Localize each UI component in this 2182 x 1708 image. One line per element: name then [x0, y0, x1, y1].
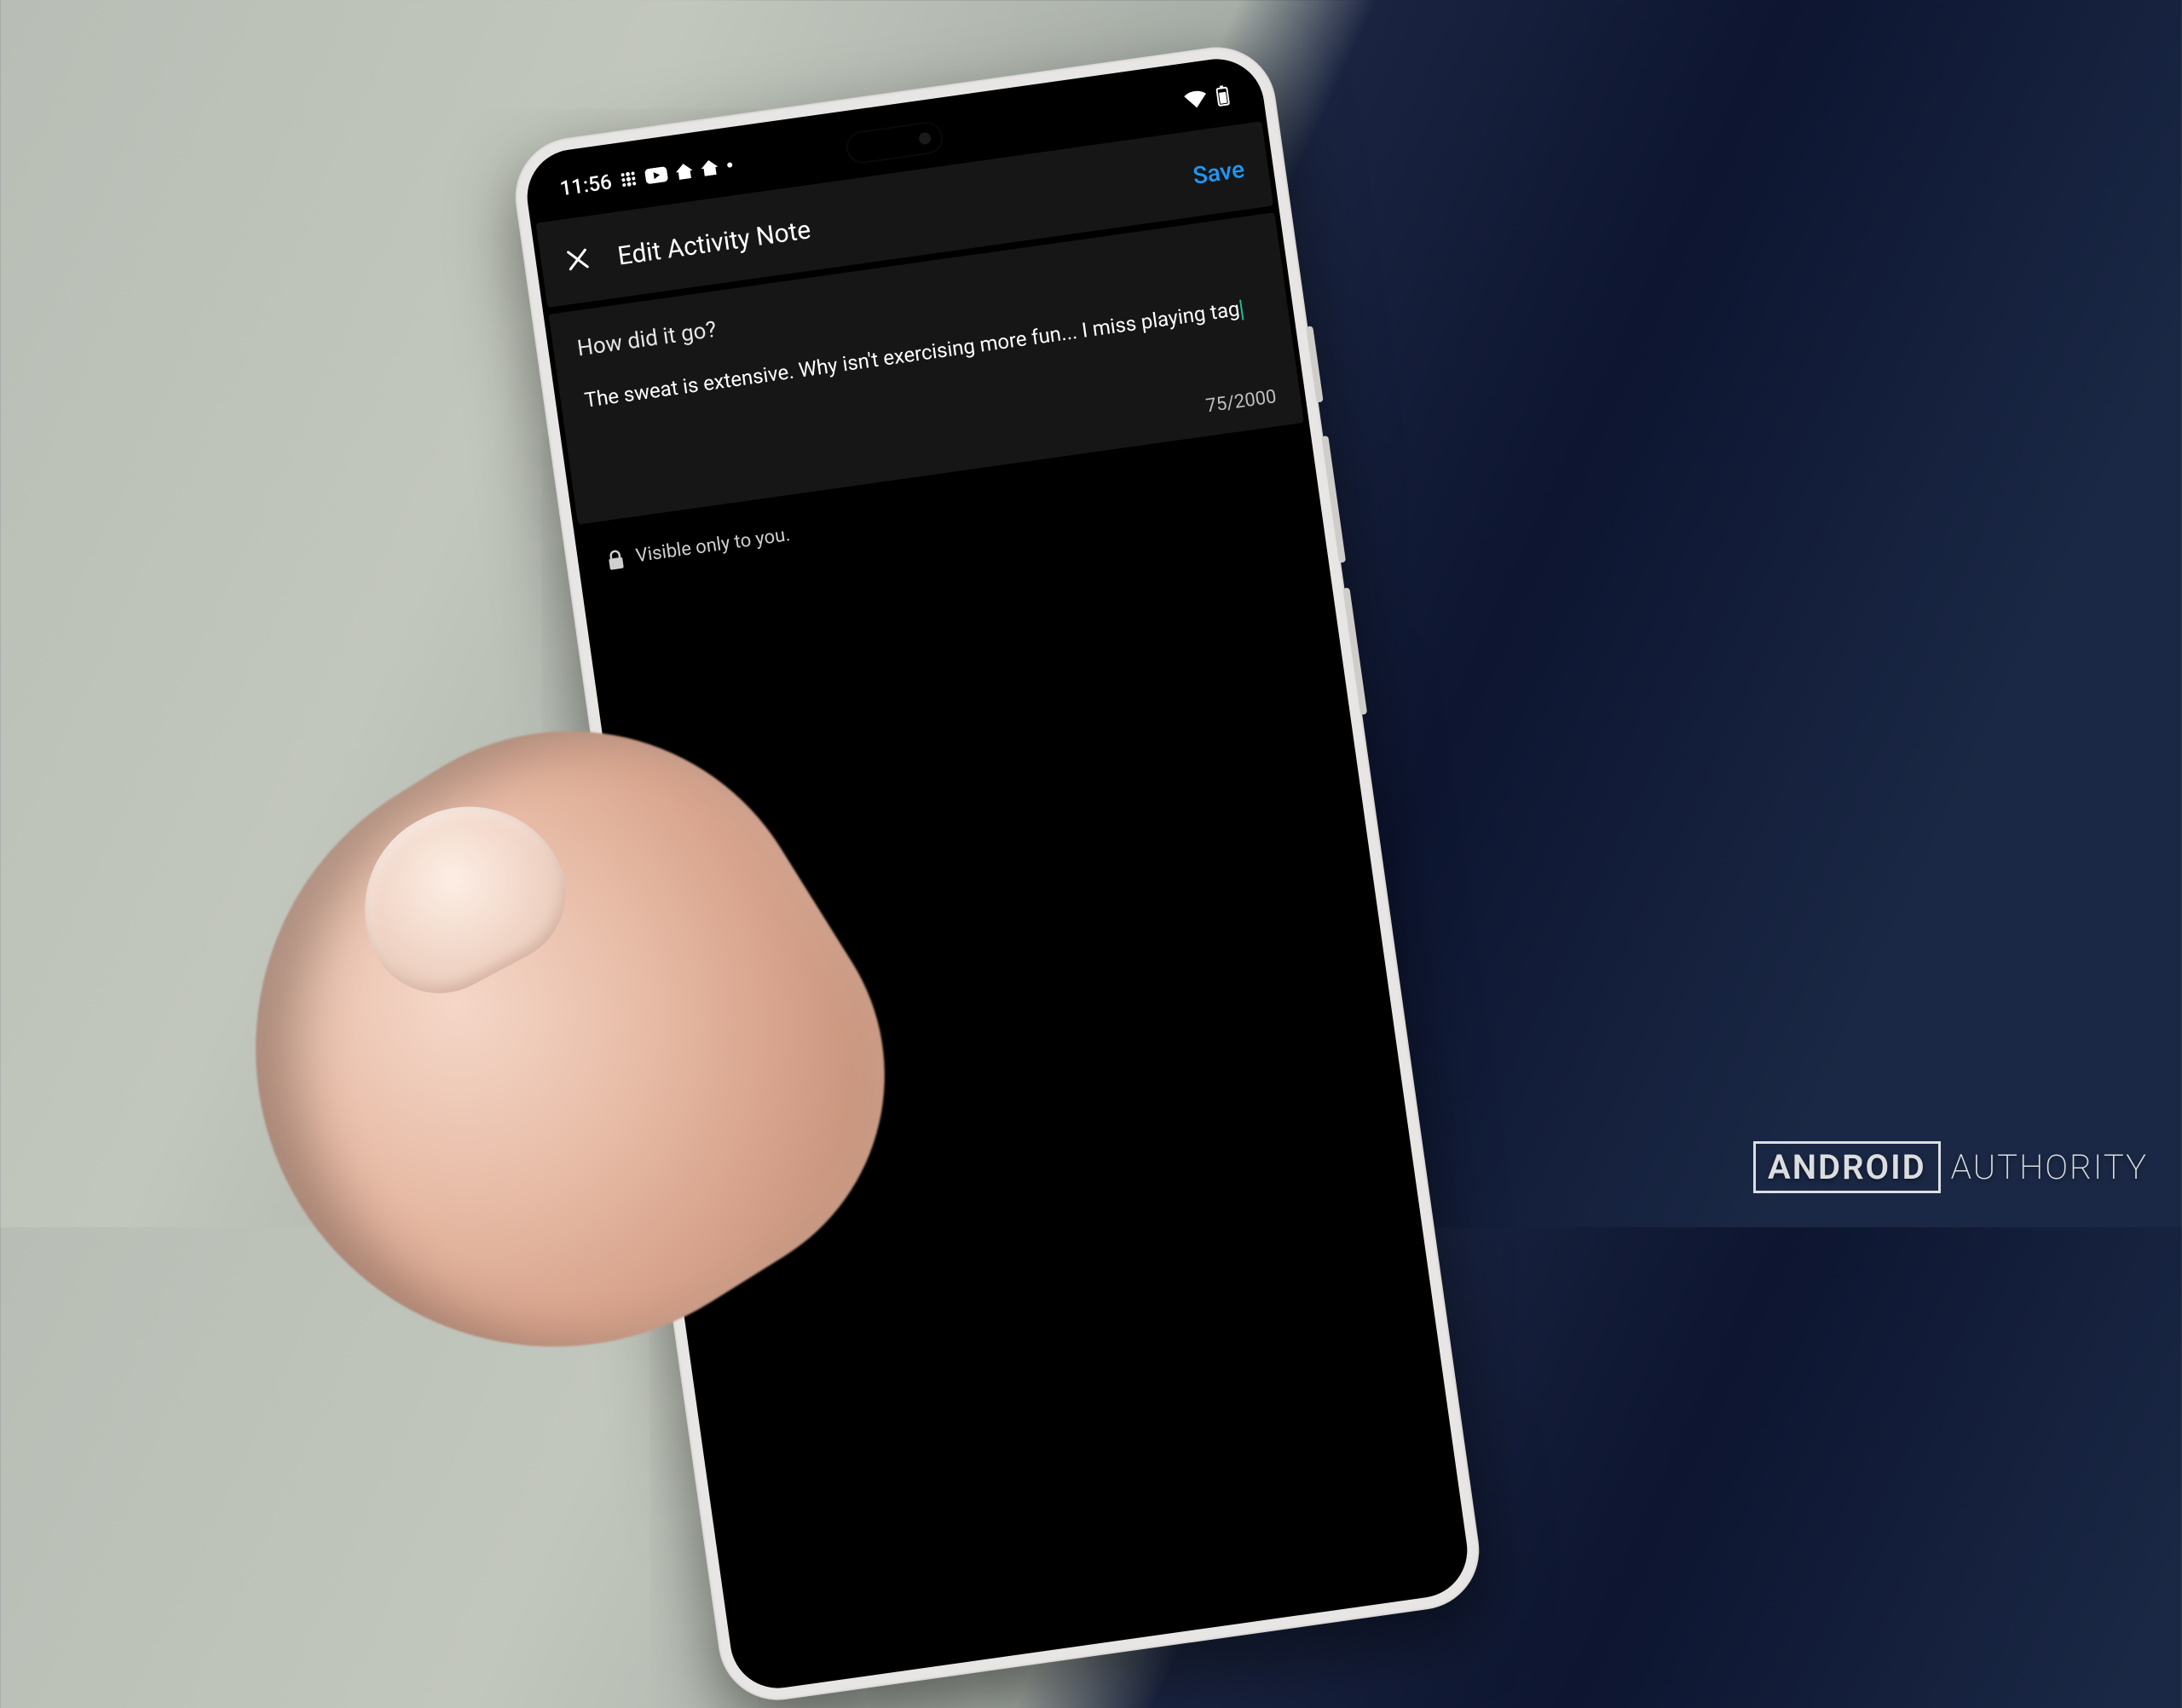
- wifi-icon: [1184, 89, 1209, 109]
- home-icon-2: [700, 159, 719, 177]
- note-text-input[interactable]: The sweat is extensive. Why isn't exerci…: [583, 290, 1271, 453]
- watermark-word1: ANDROID: [1753, 1141, 1941, 1193]
- photo-background: 11:56: [0, 0, 2182, 1227]
- close-button[interactable]: [563, 245, 593, 280]
- phone-side-button: [1306, 326, 1323, 402]
- watermark-word2: AUTHORITY: [1951, 1147, 2148, 1187]
- status-time: 11:56: [558, 170, 613, 200]
- battery-icon: [1215, 84, 1230, 107]
- save-button[interactable]: Save: [1191, 154, 1246, 189]
- page-title: Edit Activity Note: [615, 215, 812, 271]
- notification-dot-icon: [726, 161, 734, 169]
- lock-icon: [606, 548, 626, 571]
- privacy-label: Visible only to you.: [634, 524, 791, 567]
- fitbit-icon: [619, 170, 638, 189]
- watermark: ANDROID AUTHORITY: [1753, 1141, 2148, 1193]
- home-icon: [674, 163, 693, 181]
- youtube-icon: [644, 166, 668, 184]
